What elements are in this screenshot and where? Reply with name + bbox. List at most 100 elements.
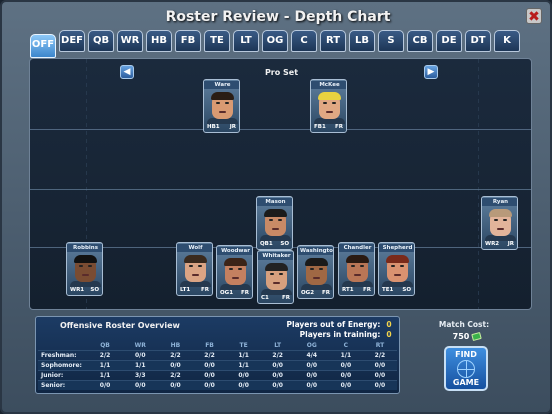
tab-qb[interactable]: QB — [88, 30, 114, 52]
energy-value: 0 — [386, 320, 392, 329]
player-position: RT1 — [342, 287, 354, 293]
player-name: Wolf — [177, 244, 212, 252]
table-cell: 1/1 — [122, 359, 159, 370]
table-header: RT — [375, 342, 385, 350]
table-row: Junior: 1/1 3/3 2/2 0/0 0/0 0/0 0/0 0/0 … — [38, 369, 397, 380]
table-row: Sophomore: 1/1 1/1 0/0 0/0 1/1 0/0 0/0 0… — [38, 359, 397, 370]
table-cell: 2/2 — [192, 349, 227, 360]
table-cell: 0/0 — [192, 379, 227, 390]
next-formation-button[interactable]: ▶ — [424, 65, 438, 79]
table-cell: 0/0 — [294, 359, 329, 370]
table-cell: 1/1 — [88, 359, 123, 370]
tab-og[interactable]: OG — [262, 30, 288, 52]
table-cell: 0/0 — [362, 379, 397, 390]
player-year: FR — [282, 295, 290, 301]
table-cell: 0/0 — [122, 379, 159, 390]
match-cost-label: Match Cost: — [438, 320, 490, 329]
player-portrait — [318, 92, 341, 119]
tab-lb[interactable]: LB — [349, 30, 375, 52]
globe-icon — [457, 360, 475, 378]
player-year: SO — [280, 241, 289, 247]
overview-title: Offensive Roster Overview — [60, 321, 180, 330]
tab-dt[interactable]: DT — [465, 30, 491, 52]
table-cell: 2/2 — [260, 349, 295, 360]
table-header: TE — [239, 342, 248, 350]
table-cell: 0/0 — [192, 359, 227, 370]
tab-de[interactable]: DE — [436, 30, 462, 52]
player-year: FR — [322, 290, 330, 296]
player-name: Ware — [204, 81, 239, 89]
row-label: Freshman: — [38, 349, 88, 360]
player-card-wolf[interactable]: Wolf LT1 FR — [176, 242, 213, 296]
player-year: JR — [229, 124, 236, 130]
energy-status: Players out of Energy: 0 Players in trai… — [287, 320, 396, 340]
window-title: Roster Review - Depth Chart — [165, 9, 391, 25]
find-game-button[interactable]: FIND GAME — [444, 346, 488, 391]
player-name: Washingto — [298, 247, 333, 255]
table-cell: 2/2 — [158, 369, 193, 380]
depth-chart-window: Roster Review - Depth Chart ✖ OFF DEF QB… — [0, 0, 552, 414]
player-card-robbins[interactable]: Robbins WR1 SO — [66, 242, 103, 296]
player-position: QB1 — [260, 241, 273, 247]
tab-rt[interactable]: RT — [320, 30, 346, 52]
row-label: Senior: — [38, 379, 88, 390]
tab-k[interactable]: K — [494, 30, 520, 52]
tab-te[interactable]: TE — [204, 30, 230, 52]
tab-lt[interactable]: LT — [233, 30, 259, 52]
player-year: FR — [363, 287, 371, 293]
tab-cb[interactable]: CB — [407, 30, 433, 52]
match-cost: 750 — [442, 331, 492, 342]
player-portrait — [386, 255, 409, 282]
table-cell: 0/0 — [362, 359, 397, 370]
table-cell: 4/4 — [294, 349, 329, 360]
player-position: HB1 — [207, 124, 220, 130]
player-position: LT1 — [180, 287, 191, 293]
player-position: WR2 — [485, 241, 500, 247]
tab-off[interactable]: OFF — [30, 34, 56, 58]
row-label: Sophomore: — [38, 359, 88, 370]
table-cell: 0/0 — [260, 369, 295, 380]
find-game-label-bottom: GAME — [452, 378, 480, 387]
energy-label: Players out of Energy: — [286, 320, 381, 329]
player-card-ware[interactable]: Ware HB1 JR — [203, 79, 240, 133]
formation-label: Pro Set — [264, 68, 299, 77]
cash-icon — [471, 331, 483, 342]
table-cell: 0/0 — [362, 369, 397, 380]
player-card-whitaker[interactable]: Whitaker C1 FR — [257, 250, 294, 304]
table-cell: 0/0 — [158, 359, 193, 370]
player-position: WR1 — [70, 287, 85, 293]
tab-s[interactable]: S — [378, 30, 404, 52]
player-card-mckee[interactable]: McKee FB1 FR — [310, 79, 347, 133]
player-card-ryan[interactable]: Ryan WR2 JR — [481, 196, 518, 250]
player-name: Ryan — [482, 198, 517, 206]
player-card-washingto[interactable]: Washingto OG2 FR — [297, 245, 334, 299]
player-name: Shepherd — [379, 244, 414, 252]
table-cell: 1/1 — [226, 359, 261, 370]
player-card-chandler[interactable]: Chandler RT1 FR — [338, 242, 375, 296]
player-card-mason[interactable]: Mason QB1 SO — [256, 196, 293, 250]
table-cell: 0/0 — [226, 369, 261, 380]
offensive-roster-overview: Offensive Roster Overview Players out of… — [35, 316, 400, 394]
player-portrait — [305, 258, 328, 285]
tab-fb[interactable]: FB — [175, 30, 201, 52]
table-header: OG — [306, 342, 317, 350]
close-button[interactable]: ✖ — [526, 8, 542, 25]
training-value: 0 — [386, 330, 392, 339]
table-cell: 2/2 — [88, 349, 123, 360]
player-position: OG1 — [220, 290, 234, 296]
tab-def[interactable]: DEF — [59, 30, 85, 52]
table-cell: 3/3 — [122, 369, 159, 380]
table-cell: 0/0 — [226, 379, 261, 390]
table-cell: 0/0 — [88, 379, 123, 390]
player-card-shepherd[interactable]: Shepherd TE1 SO — [378, 242, 415, 296]
table-row: Senior: 0/0 0/0 0/0 0/0 0/0 0/0 0/0 0/0 … — [38, 379, 397, 390]
row-label: Junior: — [38, 369, 88, 380]
player-year: JR — [507, 241, 514, 247]
tab-wr[interactable]: WR — [117, 30, 143, 52]
tab-hb[interactable]: HB — [146, 30, 172, 52]
table-header: HB — [170, 342, 181, 350]
tab-c[interactable]: C — [291, 30, 317, 52]
player-card-woodwar[interactable]: Woodwar OG1 FR — [216, 245, 253, 299]
table-header: QB — [100, 342, 110, 350]
player-portrait — [224, 258, 247, 285]
